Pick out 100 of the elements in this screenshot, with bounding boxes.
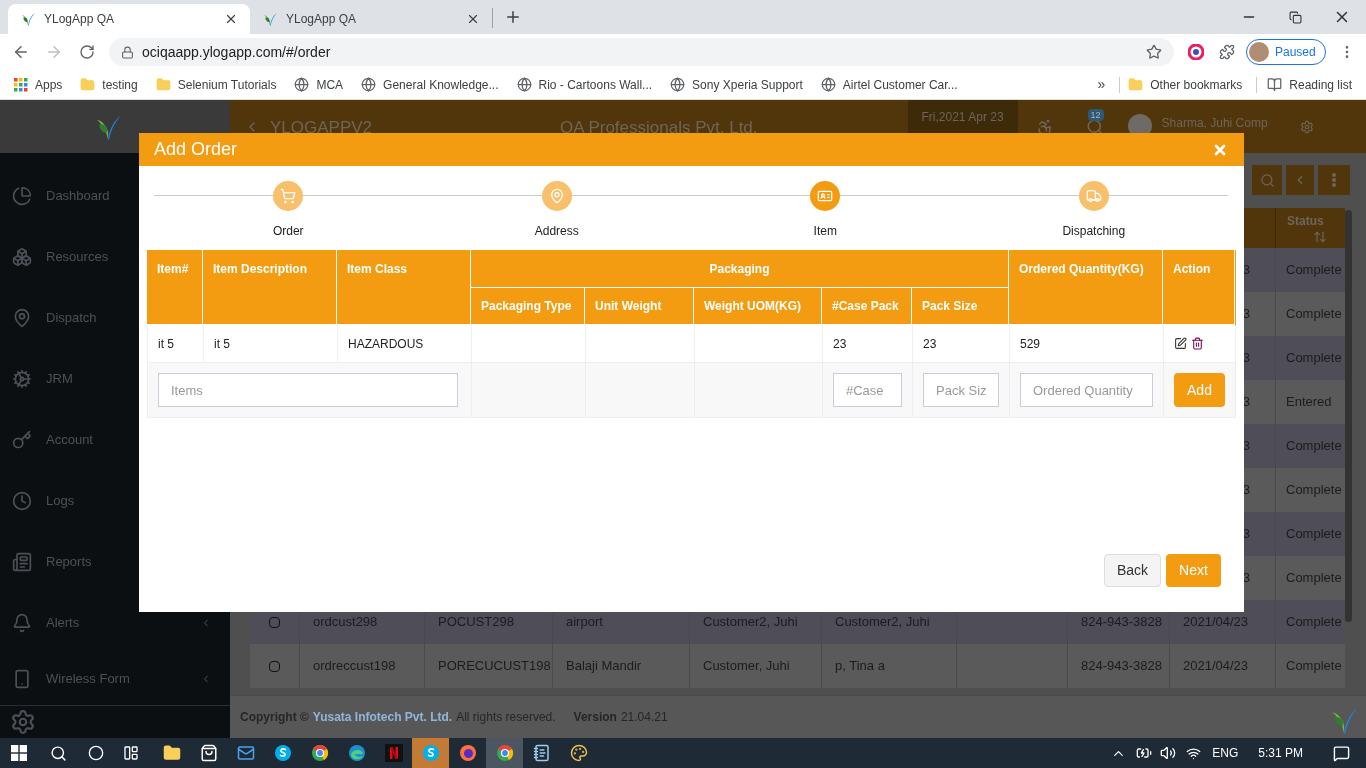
table-cell-text: 3: [1242, 525, 1250, 544]
browser-tab[interactable]: YLogApp QA: [8, 4, 250, 34]
bookmark[interactable]: Apps: [14, 75, 63, 94]
table-cell: Customer, Juhi: [690, 644, 822, 688]
language-indicator[interactable]: ENG: [1212, 744, 1239, 762]
star-icon[interactable]: [1146, 44, 1162, 60]
circle-icon[interactable]: [88, 745, 104, 761]
checkbox[interactable]: [269, 660, 280, 672]
notifications-icon[interactable]: [1333, 744, 1350, 762]
checkbox[interactable]: [269, 616, 280, 628]
netflix-icon: [384, 744, 403, 762]
folder-icon: [162, 744, 181, 762]
cart-icon: [280, 188, 297, 204]
palette-icon: [569, 744, 588, 762]
clock-text[interactable]: 5:31 PM: [1258, 744, 1303, 762]
globe-icon: [294, 77, 310, 92]
boxes-icon: [12, 246, 32, 267]
status-cell-text: Complete: [1285, 657, 1343, 676]
bookmark[interactable]: testing: [80, 75, 138, 94]
restore-icon[interactable]: [1289, 10, 1302, 24]
bag-icon: [199, 744, 218, 762]
notification-badge: 12: [1087, 109, 1104, 121]
status-cell-text: Complete: [1285, 481, 1343, 500]
table-cell-text: 3: [1242, 349, 1250, 368]
status-cell-text: Complete: [1285, 437, 1343, 456]
apps-icon: [14, 77, 28, 92]
mail-icon: [236, 744, 255, 762]
bookmark[interactable]: Selenium Tutorials: [155, 75, 277, 94]
globe-icon: [361, 77, 377, 92]
dialog-title: Add Order: [154, 138, 239, 161]
step-label: Address: [534, 223, 579, 240]
clock-icon: [12, 490, 32, 511]
avatar: [1249, 42, 1269, 62]
status-cell-text: Complete: [1285, 305, 1343, 324]
table-cell-text: 3: [1242, 437, 1250, 456]
table-cell: ordreccust198: [300, 644, 425, 688]
pie-chart-icon: [12, 185, 32, 206]
chrome-icon: [495, 744, 514, 762]
globe-icon: [820, 77, 836, 92]
close-icon[interactable]: [224, 12, 238, 26]
windows-icon[interactable]: [11, 745, 27, 761]
delete-icon[interactable]: [1191, 337, 1204, 350]
folder-icon: [80, 77, 96, 92]
status-cell-text: Complete: [1285, 349, 1343, 368]
search-icon: [1259, 172, 1275, 188]
close-icon[interactable]: [466, 12, 480, 26]
items-field[interactable]: Items: [158, 373, 458, 407]
address-bar[interactable]: ociqaapp.ylogapp.com/#/order: [109, 38, 1174, 66]
bookmark[interactable]: Sony Xperia Support: [670, 75, 803, 94]
status-cell-text: Entered: [1285, 393, 1333, 412]
step-label: Item: [813, 223, 837, 240]
table-cell: p, Tina a: [822, 644, 957, 688]
step-label: Order: [272, 223, 304, 240]
new-tab-icon[interactable]: [504, 8, 522, 26]
status-cell-text: Complete: [1285, 261, 1343, 280]
extension-icon[interactable]: [1188, 44, 1204, 60]
status-cell-text: Complete: [1285, 525, 1343, 544]
back-button[interactable]: Back: [1104, 554, 1161, 587]
reading-list[interactable]: Reading list: [1267, 75, 1352, 94]
bell-icon: [12, 612, 32, 633]
key-icon: [12, 429, 32, 450]
edge-icon: [347, 744, 366, 762]
quantity-field[interactable]: Ordered Quantity: [1020, 373, 1153, 407]
truck-icon: [1085, 188, 1102, 204]
date-text: Fri,2021 Apr 23: [921, 109, 1004, 126]
search-icon[interactable]: [50, 744, 67, 762]
reload-icon[interactable]: [79, 44, 95, 60]
bookmark[interactable]: General Knowledge...: [361, 75, 499, 94]
bookmark[interactable]: MCA: [294, 75, 344, 94]
lock-icon: [121, 45, 134, 59]
extensions-icon[interactable]: [1219, 44, 1235, 60]
table-cell: 824-943-3828: [1068, 644, 1170, 688]
table-cell-text: 3: [1242, 481, 1250, 500]
more-bookmarks[interactable]: »: [1097, 74, 1106, 95]
case-pack-field[interactable]: #Case: [833, 373, 902, 407]
firefox-icon: [458, 744, 477, 762]
wifi-icon[interactable]: [1186, 745, 1202, 761]
column-group-header: Packaging: [471, 250, 1009, 288]
back-icon[interactable]: [12, 43, 30, 61]
cog-icon: [12, 368, 32, 389]
pack-size-field[interactable]: Pack Siz: [923, 373, 999, 407]
folder-icon: [1128, 77, 1144, 92]
table-cell-text: 3: [1242, 261, 1250, 280]
volume-icon[interactable]: [1160, 745, 1177, 761]
battery-icon[interactable]: [1136, 745, 1153, 761]
edit-icon[interactable]: [1174, 337, 1187, 350]
task-view-icon[interactable]: [123, 745, 139, 761]
notepad-icon: [532, 744, 551, 762]
user-name: Sharma, Juhi Comp: [1161, 115, 1268, 132]
bookmark[interactable]: Airtel Customer Car...: [820, 75, 958, 94]
skype-icon: [421, 744, 440, 762]
scrollbar[interactable]: [1345, 210, 1352, 622]
reading-list-icon: [1267, 77, 1283, 92]
status-cell-text: Complete: [1285, 613, 1343, 632]
table-cell-text: 3: [1242, 305, 1250, 324]
bookmark[interactable]: Other bookmarks: [1128, 75, 1243, 94]
table-cell: PORECUCUST198: [425, 644, 553, 688]
tab-logo-icon: [262, 11, 278, 27]
step-label: Dispatching: [1062, 223, 1126, 240]
bookmark[interactable]: Rio - Cartoons Wall...: [516, 75, 653, 94]
